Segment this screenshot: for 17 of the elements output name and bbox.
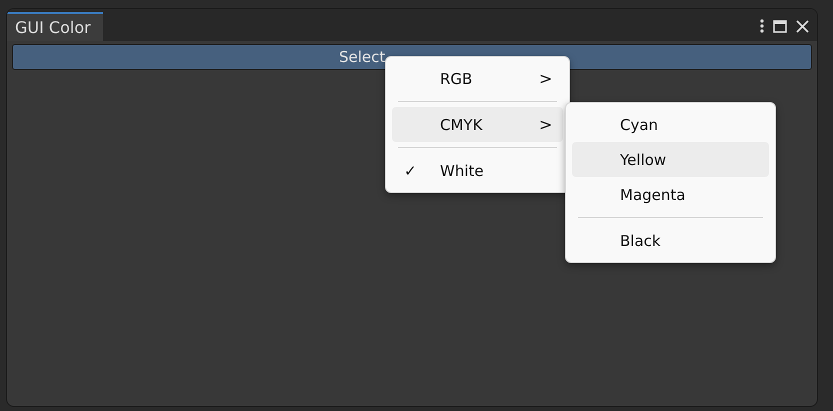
menu-item[interactable]: RGB >: [392, 61, 563, 96]
submenu-arrow: >: [539, 69, 554, 88]
submenu-item[interactable]: Magenta: [572, 177, 769, 212]
maximize-icon[interactable]: [773, 20, 787, 32]
close-icon[interactable]: [796, 20, 809, 32]
submenu-arrow: >: [539, 115, 554, 134]
window-tab[interactable]: GUI Color: [7, 12, 103, 41]
menu-item[interactable]: ✓ White: [392, 153, 563, 188]
submenu-item[interactable]: Cyan: [572, 107, 769, 142]
menu-item-label: CMYK: [440, 116, 484, 134]
check-mark: ✓: [404, 162, 417, 180]
menu-item-label: RGB: [440, 70, 474, 88]
menu-item-label: White: [440, 162, 485, 180]
submenu-item[interactable]: Yellow: [572, 142, 769, 177]
menu-item[interactable]: CMYK >: [392, 107, 563, 142]
more-icon[interactable]: [760, 19, 764, 33]
submenu-item[interactable]: Black: [572, 223, 769, 258]
